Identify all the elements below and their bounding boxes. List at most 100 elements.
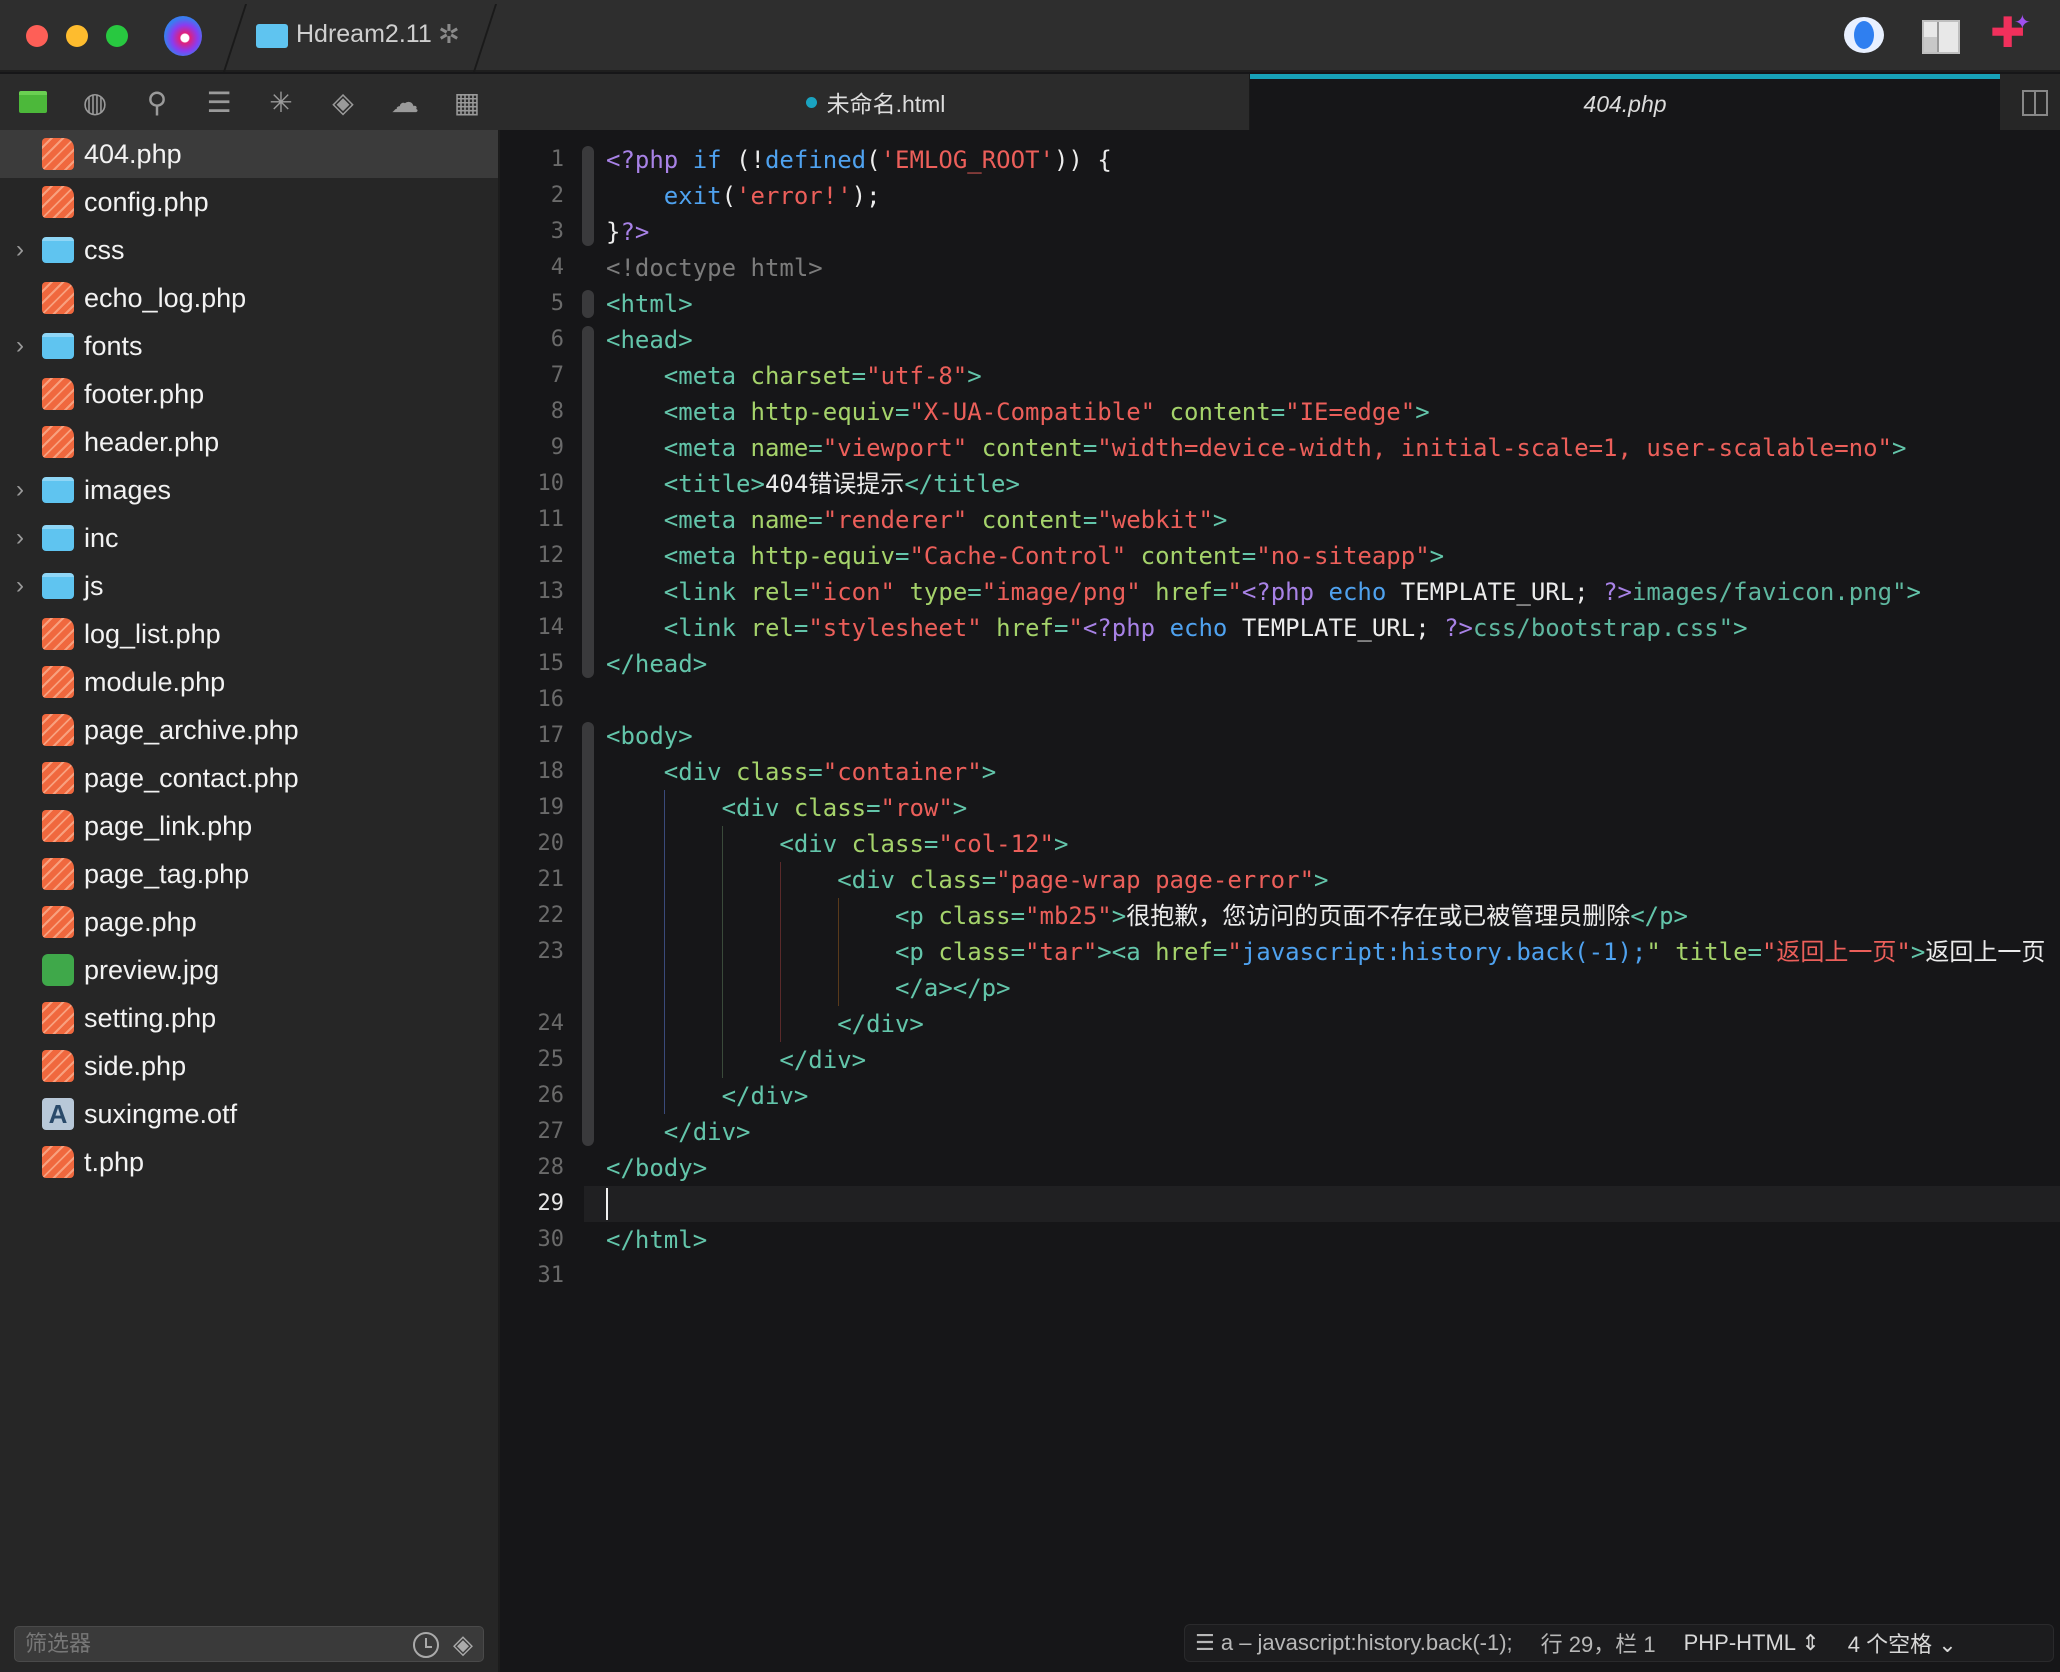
code-token: <link — [663, 578, 751, 606]
file-item[interactable]: footer.php — [0, 370, 498, 418]
code-line[interactable]: <div class="row"> — [606, 790, 968, 826]
line-number: 23 — [537, 939, 565, 964]
close-window-button[interactable] — [26, 25, 48, 47]
code-token: </div> — [837, 1010, 924, 1038]
file-item[interactable]: header.php — [0, 418, 498, 466]
file-item[interactable]: page_tag.php — [0, 850, 498, 898]
tab-404-php[interactable]: 404.php — [1250, 74, 2000, 130]
globe-icon[interactable]: ◍ — [78, 85, 112, 119]
code-line[interactable]: <meta http-equiv="X-UA-Compatible" conte… — [606, 394, 1430, 430]
file-item[interactable]: side.php — [0, 1042, 498, 1090]
code-line[interactable]: </div> — [606, 1006, 924, 1042]
folder-item[interactable]: › fonts — [0, 322, 498, 370]
code-line[interactable]: <p class="tar"><a href="javascript:histo… — [606, 934, 2045, 970]
filter-input[interactable] — [15, 1627, 395, 1661]
code-line[interactable]: </body> — [606, 1150, 707, 1186]
file-item[interactable]: log_list.php — [0, 610, 498, 658]
zoom-window-button[interactable] — [106, 25, 128, 47]
folder-item[interactable]: › css — [0, 226, 498, 274]
code-line[interactable]: exit('error!'); — [606, 178, 881, 214]
cursor-position[interactable]: 行 29，栏 1 — [1541, 1627, 1656, 1659]
clock-icon[interactable] — [413, 1632, 439, 1658]
code-token: <?php — [1241, 578, 1329, 606]
code-line[interactable]: <div class="col-12"> — [606, 826, 1068, 862]
code-token: = — [1212, 938, 1228, 966]
layout-icon[interactable] — [1922, 20, 1960, 54]
minimize-window-button[interactable] — [66, 25, 88, 47]
code-editor[interactable]: 1 <?php if (!defined('EMLOG_ROOT')) {2 ex… — [502, 130, 2060, 1620]
file-item[interactable]: preview.jpg — [0, 946, 498, 994]
code-line[interactable]: </div> — [606, 1114, 751, 1150]
file-item[interactable]: config.php — [0, 178, 498, 226]
php-file-icon — [42, 810, 74, 842]
chevron-right-icon[interactable]: › — [16, 332, 24, 360]
preview-eye-icon[interactable] — [1844, 17, 1884, 53]
chevron-right-icon[interactable]: › — [16, 476, 24, 504]
php-file-icon — [42, 666, 74, 698]
folder-icon — [42, 573, 74, 599]
split-view-icon[interactable] — [2022, 90, 2048, 116]
fold-marker[interactable] — [582, 146, 594, 246]
asterisk-icon[interactable]: ✳ — [264, 85, 298, 119]
file-item[interactable]: page_archive.php — [0, 706, 498, 754]
symbol-navigator[interactable]: ☰ a – javascript:history.back(-1); — [1195, 1630, 1513, 1656]
code-line[interactable]: <title>404错误提示</title> — [606, 466, 1020, 502]
code-line[interactable]: <link rel="icon" type="image/png" href="… — [606, 574, 1921, 610]
status-bar: ☰ a – javascript:history.back(-1); 行 29，… — [1184, 1624, 2054, 1662]
code-line[interactable]: <meta name="viewport" content="width=dev… — [606, 430, 1907, 466]
code-line[interactable]: <meta name="renderer" content="webkit"> — [606, 502, 1228, 538]
tab-untitled-html[interactable]: 未命名.html — [502, 74, 1250, 130]
modified-dot-icon — [805, 96, 817, 108]
code-line[interactable]: <html> — [606, 286, 693, 322]
cloud-upload-icon[interactable]: ☁ — [388, 85, 422, 119]
code-line[interactable]: <meta http-equiv="Cache-Control" content… — [606, 538, 1444, 574]
file-item[interactable]: setting.php — [0, 994, 498, 1042]
code-line[interactable]: </head> — [606, 646, 707, 682]
fold-marker[interactable] — [582, 290, 594, 318]
code-line[interactable]: <body> — [606, 718, 693, 754]
code-line[interactable]: <div class="container"> — [606, 754, 996, 790]
git-filter-icon[interactable]: ◈ — [453, 1629, 473, 1660]
file-item[interactable]: page.php — [0, 898, 498, 946]
grid-icon[interactable]: ▦ — [450, 85, 484, 119]
folder-item[interactable]: › inc — [0, 514, 498, 562]
file-item[interactable]: echo_log.php — [0, 274, 498, 322]
outline-icon[interactable]: ☰ — [202, 85, 236, 119]
code-line[interactable]: <meta charset="utf-8"> — [606, 358, 982, 394]
file-item[interactable]: page_contact.php — [0, 754, 498, 802]
project-name[interactable]: Hdream2.11 — [296, 20, 432, 49]
folder-item[interactable]: › images — [0, 466, 498, 514]
file-item[interactable]: t.php — [0, 1138, 498, 1186]
code-token: javascript:history.back(-1); — [1241, 938, 1647, 966]
search-icon[interactable]: ⚲ — [140, 85, 174, 119]
folder-icon[interactable] — [16, 85, 50, 119]
language-selector[interactable]: PHP-HTML ⇕ — [1684, 1630, 1820, 1656]
code-line[interactable]: <div class="page-wrap page-error"> — [606, 862, 1328, 898]
code-line[interactable]: </a></p> — [606, 970, 1011, 1006]
code-line[interactable]: <?php if (!defined('EMLOG_ROOT')) { — [606, 142, 1112, 178]
code-token: > — [1910, 938, 1926, 966]
gear-icon[interactable]: ✲ — [438, 19, 460, 50]
chevron-right-icon[interactable]: › — [16, 572, 24, 600]
code-line[interactable]: </html> — [606, 1222, 707, 1258]
git-icon[interactable]: ◈ — [326, 85, 360, 119]
code-line[interactable]: <head> — [606, 322, 693, 358]
fold-marker[interactable] — [582, 722, 594, 1146]
code-line[interactable]: <p class="mb25">很抱歉，您访问的页面不存在或已被管理员删除</p… — [606, 898, 1688, 934]
fold-marker[interactable] — [582, 326, 594, 678]
file-item[interactable]: Asuxingme.otf — [0, 1090, 498, 1138]
file-item[interactable]: 404.php — [0, 130, 498, 178]
folder-item[interactable]: › js — [0, 562, 498, 610]
code-line[interactable]: </div> — [606, 1042, 866, 1078]
chevron-right-icon[interactable]: › — [16, 236, 24, 264]
indentation-selector[interactable]: 4 个空格 ⌄ — [1848, 1627, 1957, 1659]
code-line[interactable]: </div> — [606, 1078, 809, 1114]
code-line[interactable]: }?> — [606, 214, 649, 250]
file-item[interactable]: module.php — [0, 658, 498, 706]
code-token: </p> — [1630, 902, 1688, 930]
file-item[interactable]: page_link.php — [0, 802, 498, 850]
chevron-right-icon[interactable]: › — [16, 524, 24, 552]
code-line[interactable]: <link rel="stylesheet" href="<?php echo … — [606, 610, 1748, 646]
code-line[interactable]: <!doctype html> — [606, 250, 823, 286]
code-token: "返回上一页" — [1761, 938, 1911, 966]
